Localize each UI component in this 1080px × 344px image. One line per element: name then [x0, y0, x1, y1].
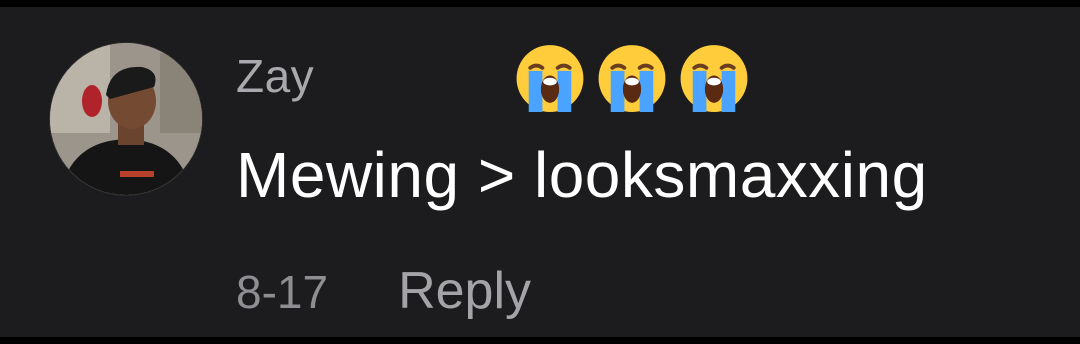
comment-card: Zay Mewing > looksmaxxing 8-17 Reply	[0, 0, 1080, 344]
loudly-crying-face-icon	[516, 45, 584, 112]
avatar-photo	[50, 43, 202, 195]
comment-text: Mewing > looksmaxxing	[236, 139, 928, 211]
loudly-crying-face-icon	[680, 45, 748, 112]
emoji-row	[512, 39, 752, 115]
avatar[interactable]	[50, 43, 202, 195]
username[interactable]: Zay	[236, 53, 314, 99]
comment-date: 8-17	[236, 266, 329, 318]
comment-meta: 8-17 Reply	[236, 265, 531, 317]
reply-button[interactable]: Reply	[398, 265, 531, 317]
loudly-crying-face-icon	[598, 45, 666, 112]
